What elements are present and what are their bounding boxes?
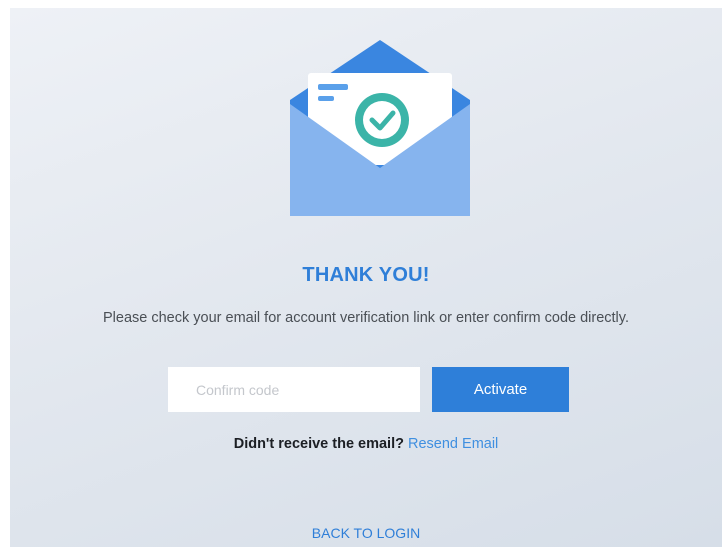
verification-panel: THANK YOU! Please check your email for a… bbox=[10, 8, 722, 547]
resend-row: Didn't receive the email? Resend Email bbox=[10, 436, 722, 452]
back-to-login-link[interactable]: BACK TO LOGIN bbox=[10, 525, 722, 541]
verification-instructions: Please check your email for account veri… bbox=[103, 310, 629, 326]
resend-prompt: Didn't receive the email? bbox=[233, 436, 404, 452]
envelope-with-check-icon bbox=[280, 40, 480, 218]
activate-button[interactable]: Activate bbox=[432, 367, 569, 412]
resend-email-link[interactable]: Resend Email bbox=[408, 436, 498, 452]
page-title: THANK YOU! bbox=[302, 264, 430, 286]
confirm-code-input[interactable] bbox=[168, 367, 420, 412]
